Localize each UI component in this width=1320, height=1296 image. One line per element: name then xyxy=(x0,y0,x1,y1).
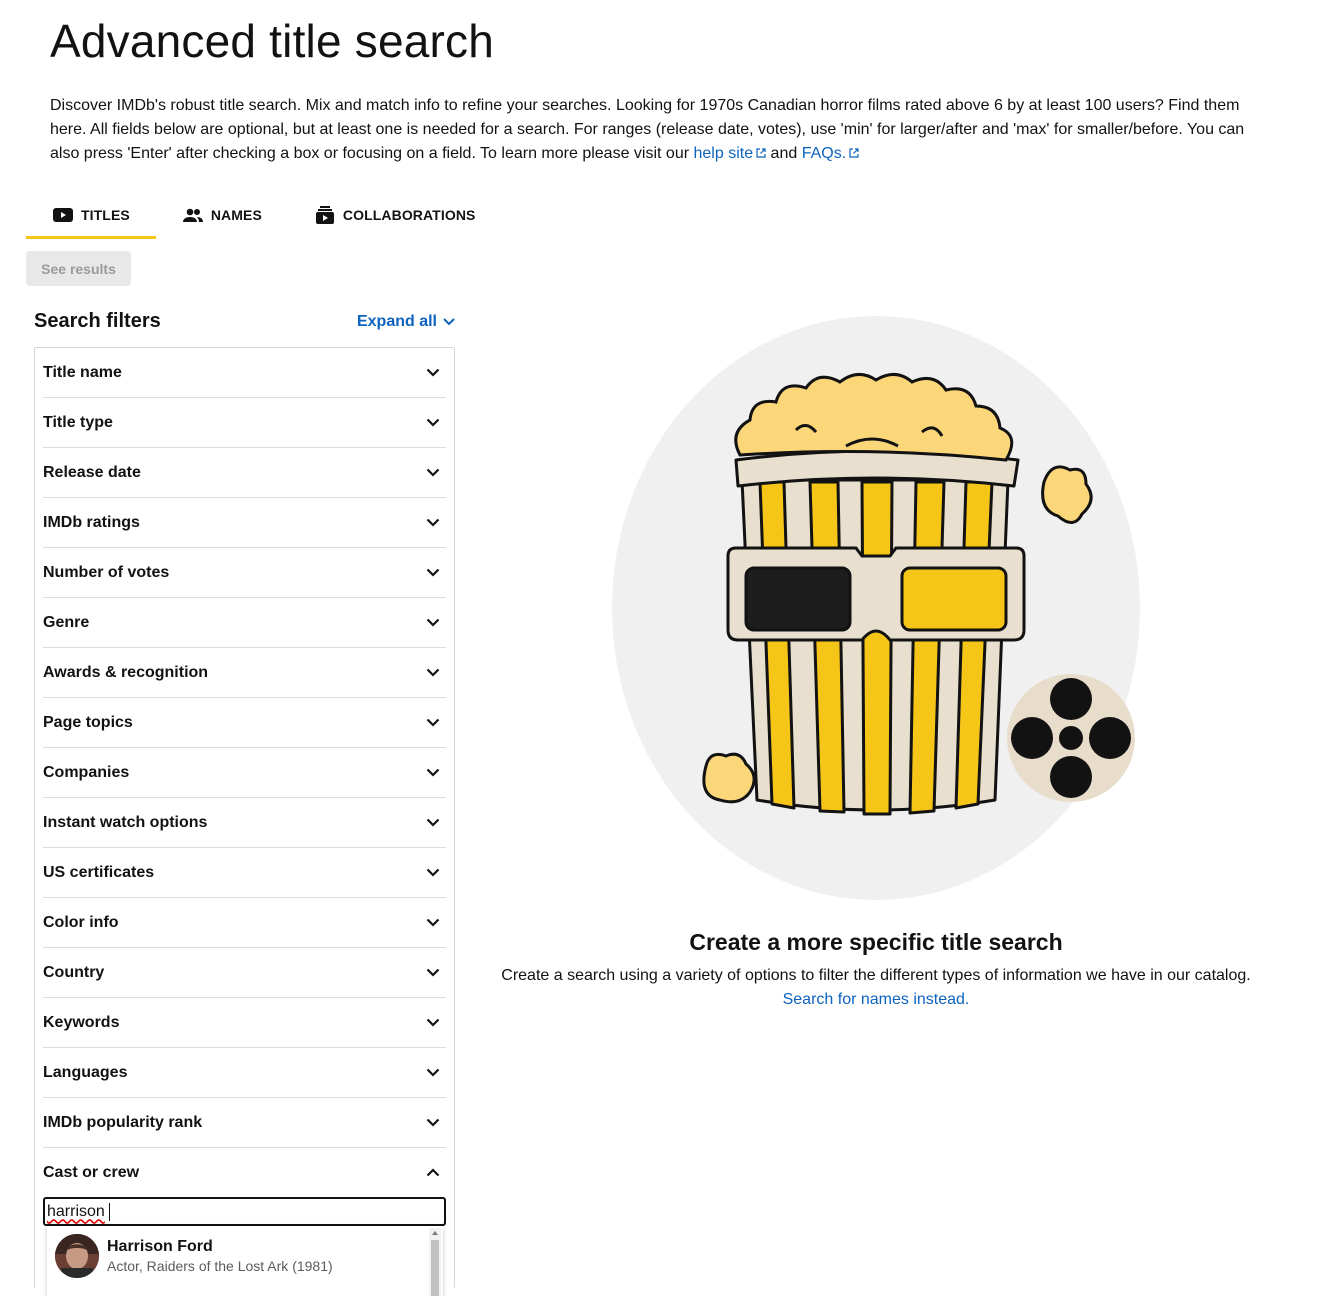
page-title: Advanced title search xyxy=(50,15,495,67)
autocomplete-dropdown: Harrison Ford Actor, Raiders of the Lost… xyxy=(47,1226,443,1296)
external-link-icon xyxy=(756,148,766,158)
filter-imdb-popularity-rank[interactable]: IMDb popularity rank xyxy=(43,1098,446,1148)
chevron-down-icon xyxy=(426,1018,440,1027)
3d-glasses-icon xyxy=(726,546,1026,642)
chevron-down-icon xyxy=(426,1118,440,1127)
tab-titles-label: TITLES xyxy=(81,207,130,223)
filters-title: Search filters xyxy=(34,310,161,332)
chevron-down-icon xyxy=(426,468,440,477)
filter-label: Awards & recognition xyxy=(43,663,209,681)
tab-names[interactable]: NAMES xyxy=(156,194,288,239)
empty-state-description: Create a search using a variety of optio… xyxy=(501,967,1251,984)
filter-imdb-ratings[interactable]: IMDb ratings xyxy=(43,498,446,548)
chevron-down-icon xyxy=(426,868,440,877)
search-type-tabs: TITLES NAMES COLLABORATIONS xyxy=(26,194,501,239)
chevron-down-icon xyxy=(426,968,440,977)
filter-number-of-votes[interactable]: Number of votes xyxy=(43,548,446,598)
chevron-down-icon xyxy=(426,668,440,677)
chevron-down-icon xyxy=(426,818,440,827)
dropdown-scrollbar[interactable] xyxy=(429,1228,441,1296)
help-site-link[interactable]: help site xyxy=(694,145,767,162)
filter-languages[interactable]: Languages xyxy=(43,1048,446,1098)
chevron-up-icon xyxy=(426,1168,440,1177)
filter-instant-watch-options[interactable]: Instant watch options xyxy=(43,798,446,848)
filter-label: Country xyxy=(43,963,105,981)
chevron-down-icon xyxy=(426,418,440,427)
filter-us-certificates[interactable]: US certificates xyxy=(43,848,446,898)
filter-label: Number of votes xyxy=(43,563,170,581)
filter-page-topics[interactable]: Page topics xyxy=(43,698,446,748)
filter-label: Languages xyxy=(43,1063,128,1081)
tab-collaborations[interactable]: COLLABORATIONS xyxy=(288,194,502,239)
filter-label: US certificates xyxy=(43,863,155,881)
filter-label: IMDb popularity rank xyxy=(43,1113,203,1131)
filter-label: Keywords xyxy=(43,1013,120,1031)
faqs-link[interactable]: FAQs. xyxy=(802,145,859,162)
filter-label: Color info xyxy=(43,913,119,931)
chevron-down-icon xyxy=(426,718,440,727)
suggestion-subtitle: Actor, Raiders of the Lost Ark (1981) xyxy=(107,1258,333,1274)
filters-header: Search filters Expand all xyxy=(34,310,455,333)
filter-country[interactable]: Country xyxy=(43,948,446,998)
people-icon xyxy=(182,208,203,222)
filter-label: Page topics xyxy=(43,713,133,731)
chevron-down-icon xyxy=(426,768,440,777)
filter-label: Companies xyxy=(43,763,130,781)
filter-label: Title type xyxy=(43,413,113,431)
filter-release-date[interactable]: Release date xyxy=(43,448,446,498)
tab-names-label: NAMES xyxy=(210,207,262,223)
chevron-down-icon xyxy=(426,618,440,627)
empty-state-title: Create a more specific title search xyxy=(689,929,1063,955)
filters-panel: Title name Title type Release date IMDb rat… xyxy=(34,347,455,1296)
film-reel-icon xyxy=(1007,674,1135,802)
filter-awards-recognition[interactable]: Awards & recognition xyxy=(43,648,446,698)
filter-label: Genre xyxy=(43,613,90,631)
filter-companies[interactable]: Companies xyxy=(43,748,446,798)
filter-keywords[interactable]: Keywords xyxy=(43,998,446,1048)
filter-label: Cast or crew xyxy=(43,1163,140,1181)
tab-titles[interactable]: TITLES xyxy=(26,194,156,239)
filter-label: IMDb ratings xyxy=(43,513,140,531)
chevron-down-icon xyxy=(426,368,440,377)
filter-label: Instant watch options xyxy=(43,813,208,831)
collection-icon xyxy=(315,206,334,224)
tab-collaborations-label: COLLABORATIONS xyxy=(342,207,476,223)
suggestion-name: Harrison Ford xyxy=(107,1238,213,1255)
suggestion-item[interactable]: Harrison Ford Actor, Raiders of the Lost… xyxy=(47,1226,443,1278)
scrollbar-thumb[interactable] xyxy=(431,1240,439,1296)
search-names-link[interactable]: Search for names instead. xyxy=(460,988,1292,1012)
filter-label: Title name xyxy=(43,363,122,381)
expand-all-label: Expand all xyxy=(356,312,437,330)
chevron-down-icon xyxy=(426,518,440,527)
text-caret xyxy=(108,1202,110,1221)
video-icon xyxy=(53,208,73,222)
filter-color-info[interactable]: Color info xyxy=(43,898,446,948)
filter-title-type[interactable]: Title type xyxy=(43,398,446,448)
see-results-button[interactable]: See results xyxy=(26,251,131,286)
avatar xyxy=(55,1234,99,1278)
chevron-down-icon xyxy=(426,1068,440,1077)
scroll-up-arrow-icon[interactable] xyxy=(432,1231,438,1235)
cast-crew-input-value: harrison xyxy=(47,1202,105,1220)
filter-genre[interactable]: Genre xyxy=(43,598,446,648)
chevron-down-icon xyxy=(426,918,440,927)
intro-text: Discover IMDb's robust title search. Mix… xyxy=(50,97,1245,162)
popcorn-illustration xyxy=(612,316,1140,900)
filter-list: Title name Title type Release date IMDb rat… xyxy=(35,348,454,1197)
filter-label: Release date xyxy=(43,463,141,481)
chevron-down-icon xyxy=(426,568,440,577)
external-link-icon xyxy=(849,148,859,158)
filter-title-name[interactable]: Title name xyxy=(43,348,446,398)
chevron-down-icon xyxy=(443,317,455,325)
filter-cast-or-crew[interactable]: Cast or crew xyxy=(43,1148,446,1197)
expand-all-button[interactable]: Expand all xyxy=(357,313,455,331)
cast-crew-input[interactable]: harrison xyxy=(43,1197,446,1226)
